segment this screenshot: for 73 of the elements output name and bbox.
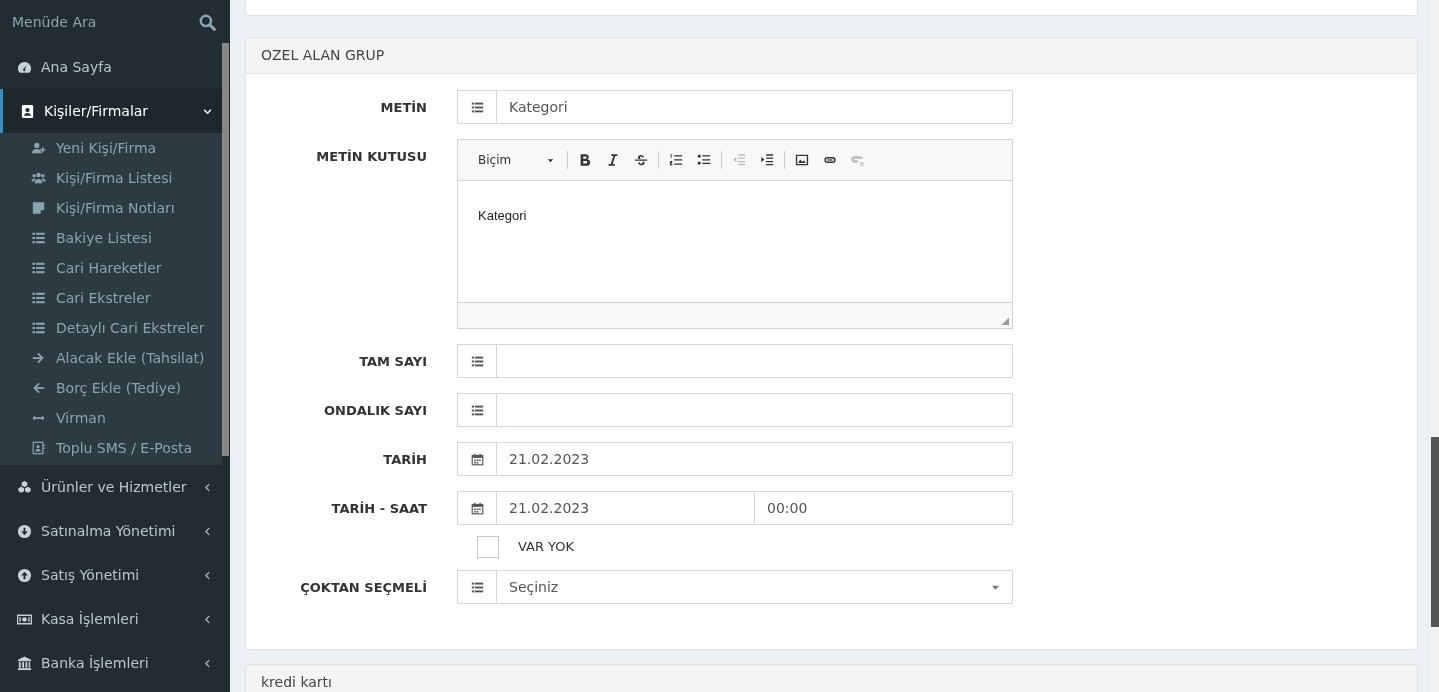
sidebar-subitem[interactable]: Kişi/Firma Notları <box>0 193 222 223</box>
sidebar-item[interactable]: Banka İşlemleri <box>0 641 230 685</box>
outdent-icon <box>732 153 746 167</box>
panel-title: OZEL ALAN GRUP <box>261 46 385 65</box>
bank-icon <box>17 655 32 671</box>
sidebar-subitem[interactable]: Cari Ekstreler <box>0 283 222 313</box>
sidebar-item[interactable]: Satınalma Yönetimi <box>0 509 230 553</box>
sidebar-subitem[interactable]: Kişi/Firma Listesi <box>0 163 222 193</box>
checkbox[interactable] <box>477 536 499 558</box>
italic-icon <box>606 153 620 167</box>
sidebar-item[interactable]: Kişiler/Firmalar <box>0 89 230 133</box>
sticky-note-icon <box>31 201 46 215</box>
field-label: TARİH <box>383 451 427 469</box>
sidebar-item[interactable]: Ana Sayfa <box>0 45 230 89</box>
dashboard-icon <box>17 59 32 75</box>
resize-handle-icon <box>999 315 1009 325</box>
sidebar-subitem[interactable]: Alacak Ekle (Tahsilat) <box>0 343 222 373</box>
text-field[interactable]: Kategori <box>497 90 1013 124</box>
sidebar-subitem[interactable]: Bakiye Listesi <box>0 223 222 253</box>
contact-card-icon <box>31 441 46 455</box>
caret-down-icon <box>547 156 554 164</box>
list-icon <box>470 354 484 368</box>
sidebar-subitem[interactable]: Detaylı Cari Ekstreler <box>0 313 222 343</box>
sidebar-subitem[interactable]: Toplu SMS / E-Posta <box>0 433 222 463</box>
contact-card-icon <box>20 103 35 119</box>
sidebar-subitem[interactable]: Cari Hareketler <box>0 253 222 283</box>
calendar-icon <box>470 452 484 466</box>
checkbox-label: VAR YOK <box>518 538 575 557</box>
list-icon <box>31 231 46 245</box>
select-field[interactable]: Seçiniz <box>497 570 1013 604</box>
text-field[interactable] <box>497 344 1013 378</box>
text-field[interactable] <box>497 393 1013 427</box>
image-icon <box>795 153 809 167</box>
sidebar-item[interactable]: Kasa İşlemleri <box>0 597 230 641</box>
list-icon <box>31 291 46 305</box>
panel-title: kredi kartı <box>261 674 332 690</box>
search-field[interactable]: Menüde Ara <box>12 12 162 33</box>
field-label: ONDALIK SAYI <box>324 402 427 420</box>
arrow-left-icon <box>31 381 46 395</box>
unlink-icon <box>851 153 865 167</box>
bulleted-list-icon <box>697 153 711 167</box>
numbered-list-icon <box>669 153 683 167</box>
sidebar-item[interactable]: Satış Yönetimi <box>0 553 230 597</box>
arrow-circle-down-icon <box>17 523 32 539</box>
arrow-right-icon <box>31 351 46 365</box>
indent-icon <box>760 153 774 167</box>
field-label: TARİH - SAAT <box>331 500 427 518</box>
sidebar-subitem[interactable]: Virman <box>0 403 222 433</box>
user-plus-icon <box>31 141 46 155</box>
list-icon <box>470 403 484 417</box>
strikethrough-icon <box>634 153 648 167</box>
date-field[interactable]: 21.02.2023 <box>497 442 1013 476</box>
date-field[interactable]: 21.02.2023 <box>497 491 755 525</box>
field-label: METİN <box>380 99 427 117</box>
calendar-icon <box>470 501 484 515</box>
field-label: ÇOKTAN SEÇMELİ <box>300 579 427 597</box>
field-label: TAM SAYI <box>359 353 427 371</box>
search-icon <box>199 14 216 31</box>
sidebar-item[interactable]: Ürünler ve Hizmetler <box>0 465 230 509</box>
sidebar-subitem[interactable]: Borç Ekle (Tediye) <box>0 373 222 403</box>
time-field[interactable]: 00:00 <box>755 491 1013 525</box>
field-label: METİN KUTUSU <box>316 148 427 166</box>
format-dropdown[interactable]: Biçim <box>468 151 564 169</box>
editor-text: Kategori <box>478 208 527 223</box>
list-icon <box>470 100 484 114</box>
list-icon <box>31 261 46 275</box>
bold-icon <box>578 153 592 167</box>
cubes-icon <box>17 479 32 495</box>
list-icon <box>470 580 484 594</box>
list-icon <box>31 321 46 335</box>
arrow-circle-up-icon <box>17 567 32 583</box>
users-icon <box>31 171 46 185</box>
sidebar-subitem[interactable]: Yeni Kişi/Firma <box>0 133 222 163</box>
